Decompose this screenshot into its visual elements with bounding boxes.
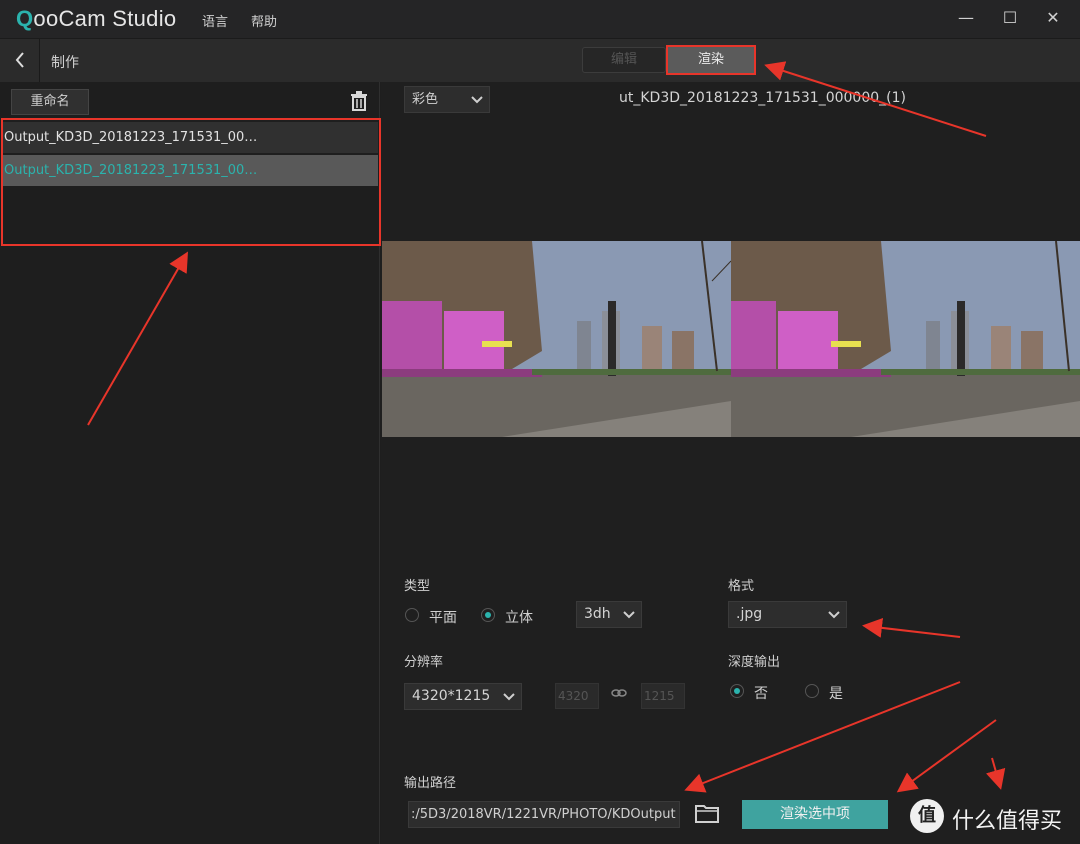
trash-icon <box>351 91 367 111</box>
breadcrumb: 制作 <box>51 55 79 71</box>
depth-output-label: 深度输出 <box>728 655 781 670</box>
title-bar: QooCam Studio 语言 帮助 — ☐ ✕ <box>0 0 1080 38</box>
type-label: 类型 <box>404 579 431 594</box>
chevron-down-icon <box>828 602 840 636</box>
radio-stereo[interactable] <box>481 608 495 622</box>
format-value: .jpg <box>736 606 763 622</box>
radio-flat-label: 平面 <box>429 610 457 626</box>
radio-depth-yes[interactable] <box>805 684 819 698</box>
resolution-label: 分辨率 <box>404 655 444 670</box>
watermark: 值 什么值得买 <box>908 797 1080 837</box>
stereo-mode-value: 3dh <box>584 606 611 622</box>
watermark-text: 什么值得买 <box>952 809 1063 834</box>
format-label: 格式 <box>728 579 755 594</box>
chevron-left-icon <box>15 52 24 68</box>
stereo-preview-image <box>382 241 1080 437</box>
app-logo: QooCam Studio <box>16 6 177 31</box>
resolution-value: 4320*1215 <box>412 688 491 704</box>
rename-button[interactable]: 重命名 <box>11 89 89 115</box>
maximize-button[interactable]: ☐ <box>995 6 1025 30</box>
radio-depth-yes-label: 是 <box>829 686 843 702</box>
width-input[interactable]: 4320 <box>555 683 599 709</box>
chevron-down-icon <box>471 87 483 121</box>
output-path-input[interactable]: :/5D3/2018VR/1221VR/PHOTO/KDOutput <box>408 801 680 828</box>
resolution-select[interactable]: 4320*1215 <box>404 683 522 710</box>
back-button[interactable] <box>8 47 32 75</box>
radio-depth-no[interactable] <box>730 684 744 698</box>
color-mode-select[interactable]: 彩色 <box>404 86 490 113</box>
divider <box>39 39 40 83</box>
tab-render[interactable]: 渲染 <box>666 45 756 75</box>
minimize-button[interactable]: — <box>951 6 981 30</box>
delete-button[interactable] <box>350 91 368 115</box>
browse-folder-button[interactable] <box>695 803 719 827</box>
radio-depth-no-label: 否 <box>754 686 768 702</box>
height-input[interactable]: 1215 <box>641 683 685 709</box>
radio-stereo-label: 立体 <box>505 610 533 626</box>
color-mode-value: 彩色 <box>412 92 439 107</box>
preview-left-eye <box>382 241 731 437</box>
menu-help[interactable]: 帮助 <box>251 11 277 30</box>
render-panel <box>381 82 1080 844</box>
render-selected-button[interactable]: 渲染选中项 <box>742 800 888 829</box>
radio-flat[interactable] <box>405 608 419 622</box>
close-button[interactable]: ✕ <box>1038 6 1068 30</box>
folder-icon <box>695 805 719 823</box>
output-path-label: 输出路径 <box>404 776 457 791</box>
preview-right-eye <box>731 241 1080 437</box>
preview-file-title: ut_KD3D_20181223_171531_000000_(1) <box>619 90 906 106</box>
menu-language[interactable]: 语言 <box>202 11 228 30</box>
annotation-highlight-box <box>1 118 381 246</box>
toolbar: 制作 编辑 渲染 <box>0 38 1080 83</box>
stereo-mode-select[interactable]: 3dh <box>576 601 642 628</box>
watermark-badge: 值 <box>910 799 944 833</box>
format-select[interactable]: .jpg <box>728 601 847 628</box>
chevron-down-icon <box>503 684 515 718</box>
chevron-down-icon <box>623 602 635 636</box>
link-icon[interactable] <box>611 686 627 704</box>
tab-edit[interactable]: 编辑 <box>582 47 666 73</box>
